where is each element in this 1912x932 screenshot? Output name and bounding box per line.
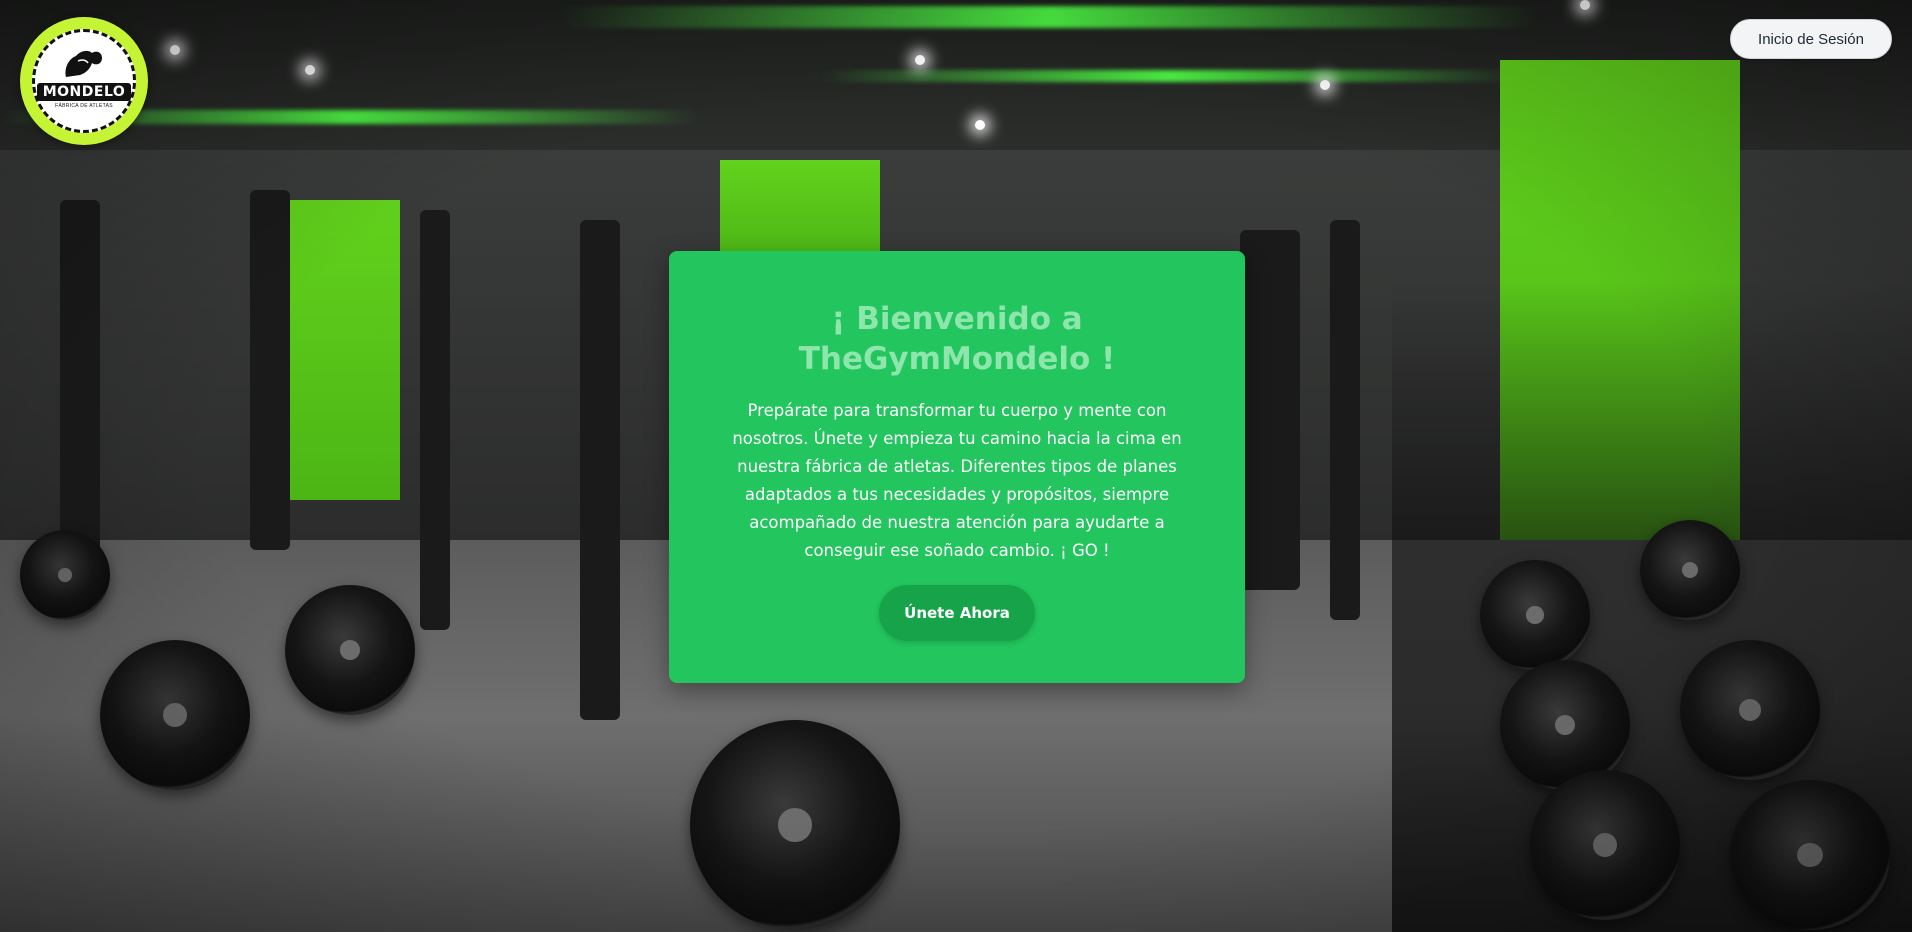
flexed-arm-icon (65, 50, 102, 77)
welcome-title: ¡ Bienvenido a TheGymMondelo ! (798, 301, 1116, 377)
site-logo[interactable]: MONDELO FÁBRICA DE ATLETAS (20, 17, 148, 145)
welcome-description: Prepárate para transformar tu cuerpo y m… (732, 401, 1182, 560)
join-now-button[interactable]: Únete Ahora (879, 585, 1035, 641)
logo-badge: MONDELO FÁBRICA DE ATLETAS (32, 29, 136, 133)
logo-brand-text: MONDELO (36, 83, 132, 101)
welcome-card: ¡ Bienvenido a TheGymMondelo ! Prepárate… (669, 251, 1245, 683)
landing-page: MONDELO FÁBRICA DE ATLETAS Inicio de Ses… (0, 0, 1912, 932)
logo-tagline: FÁBRICA DE ATLETAS (55, 103, 113, 109)
login-button[interactable]: Inicio de Sesión (1730, 19, 1892, 59)
